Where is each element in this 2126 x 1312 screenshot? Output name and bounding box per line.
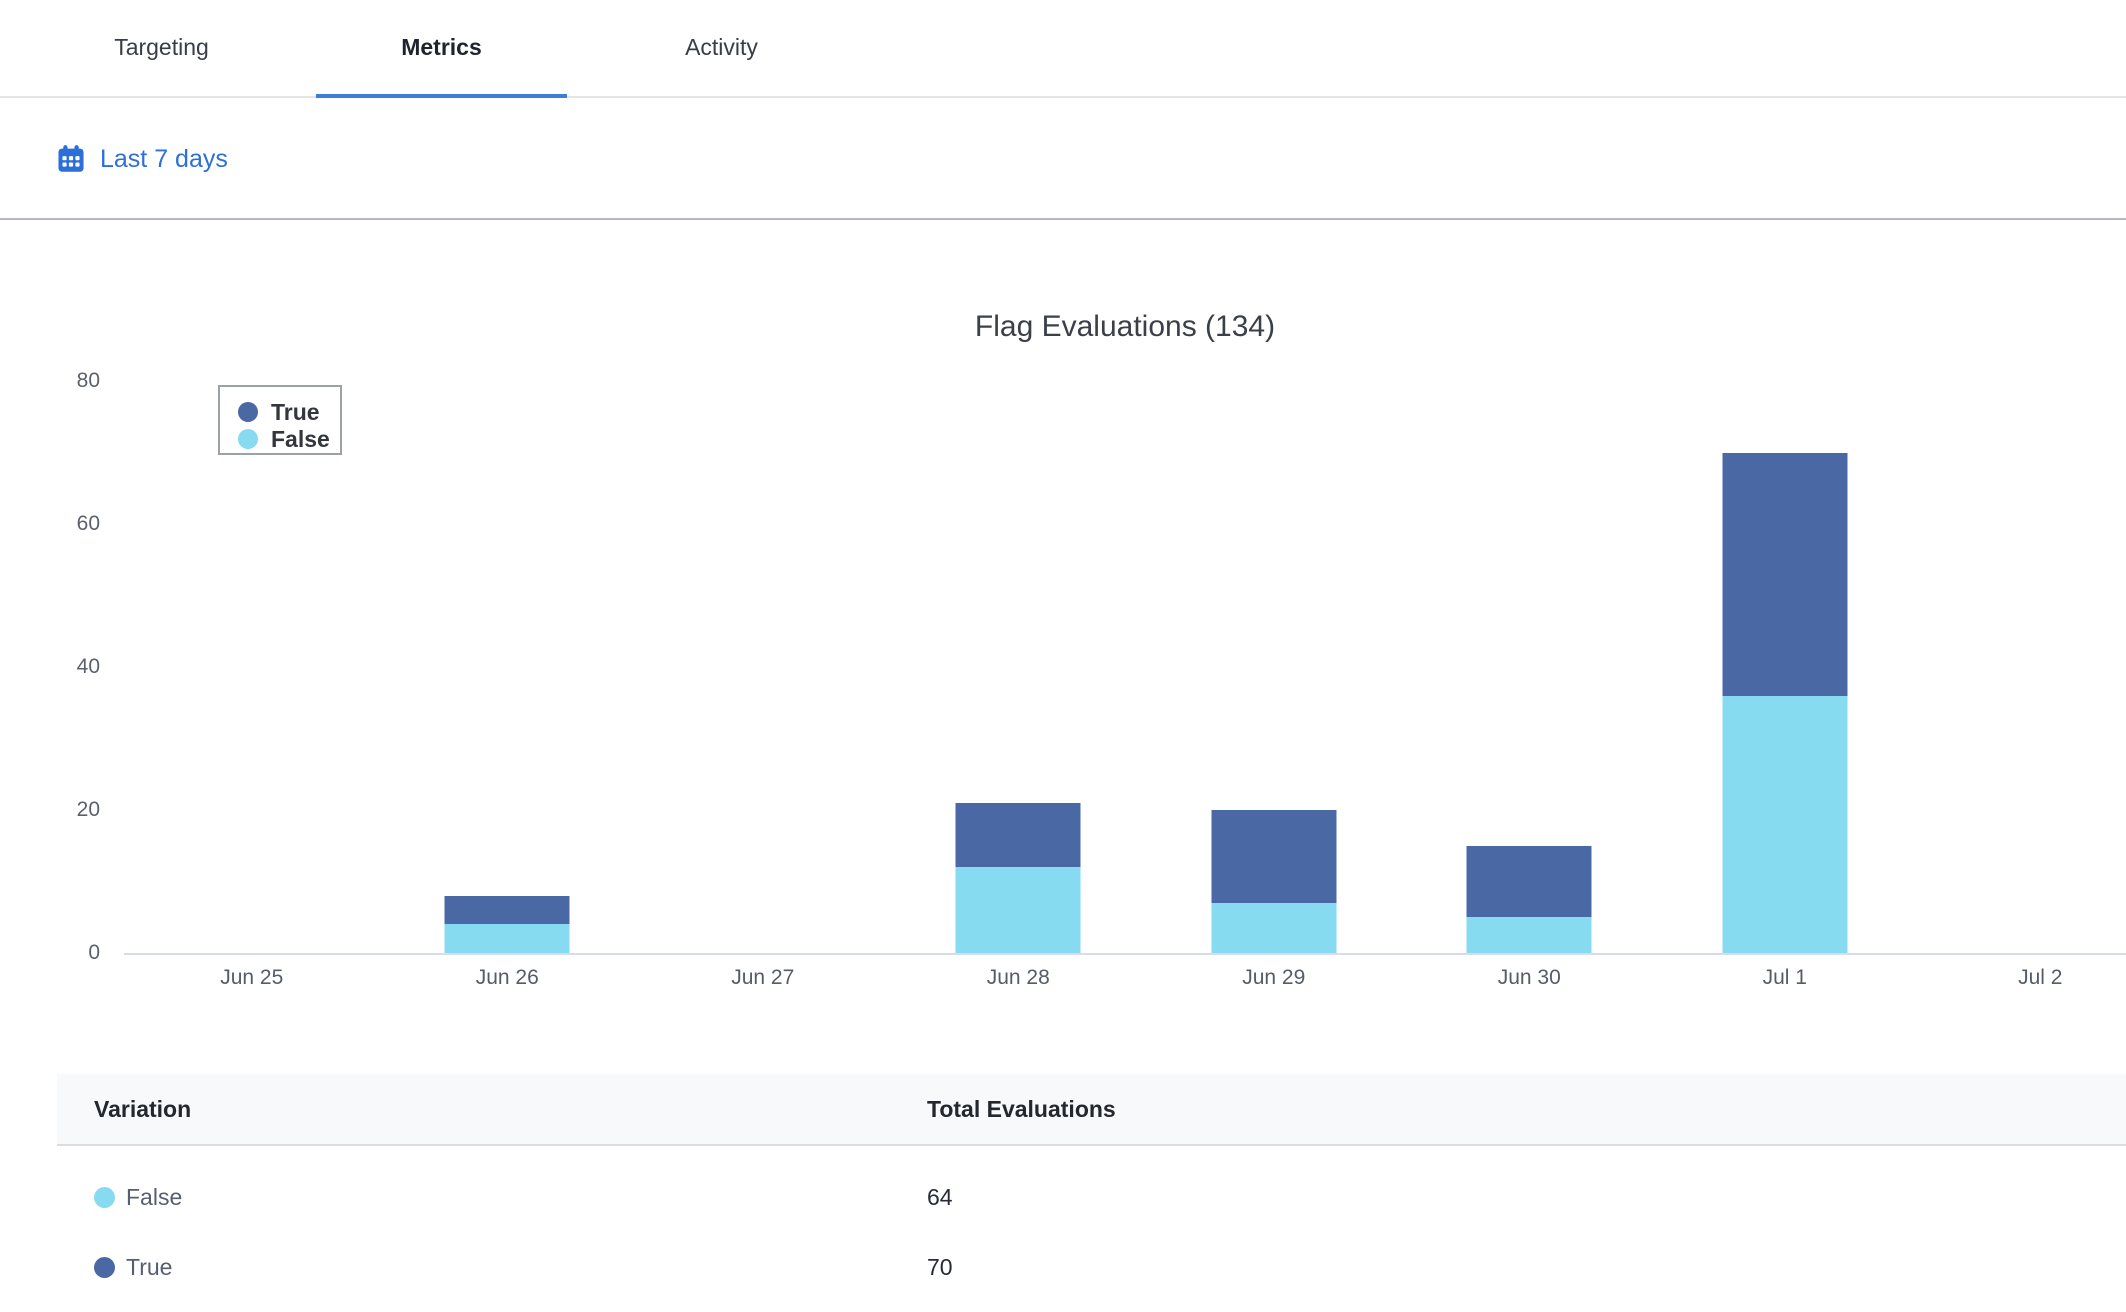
bar-jun-30 <box>1467 846 1592 953</box>
y-tick-0: 0 <box>0 940 100 966</box>
table-header-variation: Variation <box>94 1074 191 1144</box>
tab-bar: Targeting Metrics Activity <box>0 0 2126 98</box>
variation-label-true: True <box>126 1254 172 1281</box>
y-tick-20: 20 <box>0 797 100 823</box>
bar-slot-jun-29 <box>1146 381 1402 953</box>
chart-title: Flag Evaluations (134) <box>124 310 2126 344</box>
bar-slot-jun-25 <box>124 381 380 953</box>
total-evaluations-true: 70 <box>927 1232 953 1302</box>
variation-cell-true: True <box>94 1232 172 1302</box>
bar-slot-jul-2 <box>1913 381 2126 953</box>
variation-swatch-true <box>94 1257 115 1278</box>
bar-segment-true-jun-30[interactable] <box>1467 846 1592 918</box>
chart-plot-area <box>124 381 2126 953</box>
date-range-row: Last 7 days <box>0 100 2126 220</box>
bar-slot-jul-1 <box>1657 381 1913 953</box>
x-tick-jul-2: Jul 2 <box>1913 965 2126 991</box>
table-header-total: Total Evaluations <box>927 1074 1116 1144</box>
x-tick-jun-27: Jun 27 <box>635 965 891 991</box>
bar-jun-26 <box>445 896 570 953</box>
x-tick-jun-26: Jun 26 <box>380 965 636 991</box>
flag-metrics-page: Targeting Metrics Activity Last 7 days Fla… <box>0 0 2126 1312</box>
y-tick-80: 80 <box>0 368 100 394</box>
table-header: Variation Total Evaluations <box>57 1074 2126 1146</box>
bar-segment-true-jun-29[interactable] <box>1211 810 1336 903</box>
x-tick-jun-28: Jun 28 <box>891 965 1147 991</box>
bar-segment-true-jun-28[interactable] <box>956 803 1081 867</box>
bar-segment-false-jun-26[interactable] <box>445 924 570 953</box>
bar-segment-false-jun-28[interactable] <box>956 867 1081 953</box>
bar-segment-true-jun-26[interactable] <box>445 896 570 925</box>
bar-slot-jun-30 <box>1402 381 1658 953</box>
y-tick-40: 40 <box>0 654 100 680</box>
bar-jun-28 <box>956 803 1081 953</box>
x-tick-jun-30: Jun 30 <box>1402 965 1658 991</box>
x-tick-jun-29: Jun 29 <box>1146 965 1402 991</box>
bar-slot-jun-28 <box>891 381 1147 953</box>
total-evaluations-false: 64 <box>927 1162 953 1232</box>
bar-segment-true-jul-1[interactable] <box>1722 453 1847 696</box>
x-tick-jun-25: Jun 25 <box>124 965 380 991</box>
variation-label-false: False <box>126 1184 182 1211</box>
calendar-icon <box>55 143 87 175</box>
x-axis-labels: Jun 25Jun 26Jun 27Jun 28Jun 29Jun 30Jul … <box>124 965 2126 991</box>
variation-cell-false: False <box>94 1162 182 1232</box>
bar-series-container <box>124 381 2126 953</box>
bar-jun-29 <box>1211 810 1336 953</box>
bar-slot-jun-26 <box>380 381 636 953</box>
bar-slot-jun-27 <box>635 381 891 953</box>
date-range-picker[interactable]: Last 7 days <box>55 143 228 175</box>
tab-metrics[interactable]: Metrics <box>316 0 567 98</box>
tab-targeting[interactable]: Targeting <box>36 0 287 98</box>
tab-activity[interactable]: Activity <box>596 0 847 98</box>
bar-segment-false-jun-30[interactable] <box>1467 917 1592 953</box>
x-axis-line <box>124 953 2126 955</box>
date-range-label: Last 7 days <box>100 145 228 174</box>
table-row-true: True 70 <box>57 1232 2126 1302</box>
bar-segment-false-jul-1[interactable] <box>1722 696 1847 953</box>
y-tick-60: 60 <box>0 511 100 537</box>
variation-swatch-false <box>94 1187 115 1208</box>
bar-jul-1 <box>1722 453 1847 953</box>
x-tick-jul-1: Jul 1 <box>1657 965 1913 991</box>
table-row-false: False 64 <box>57 1162 2126 1232</box>
bar-segment-false-jun-29[interactable] <box>1211 903 1336 953</box>
